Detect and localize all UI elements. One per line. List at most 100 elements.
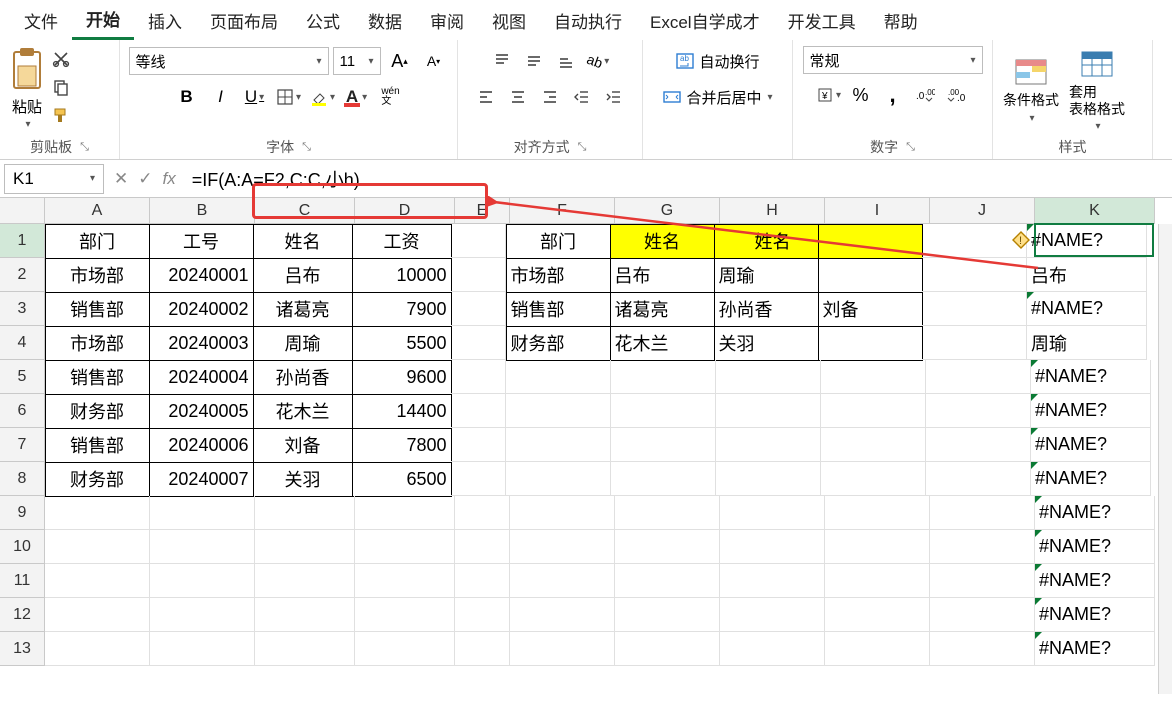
fx-icon[interactable]: fx	[163, 169, 176, 189]
number-launcher[interactable]: ⤡	[906, 141, 915, 154]
cell[interactable]	[355, 530, 455, 564]
orientation-button[interactable]: ab▾	[583, 46, 613, 76]
cell[interactable]: #NAME?	[1031, 428, 1151, 462]
cell[interactable]: 10000	[352, 258, 452, 293]
cell[interactable]: 花木兰	[610, 326, 715, 361]
cell[interactable]	[455, 530, 510, 564]
cell[interactable]	[45, 530, 150, 564]
cell[interactable]: 20240005	[149, 394, 254, 429]
formula-input[interactable]	[186, 164, 1168, 194]
cell[interactable]	[818, 326, 923, 361]
row-header-11[interactable]: 11	[0, 564, 45, 598]
cell[interactable]: #NAME?	[1031, 394, 1151, 428]
cell[interactable]: 关羽	[253, 462, 353, 497]
cell[interactable]	[506, 462, 611, 496]
row-header-4[interactable]: 4	[0, 326, 45, 360]
cell[interactable]	[930, 564, 1035, 598]
cell[interactable]	[922, 292, 1027, 326]
cell[interactable]: 销售部	[45, 292, 150, 327]
cell[interactable]: 吕布	[253, 258, 353, 293]
cell[interactable]: 花木兰	[253, 394, 353, 429]
col-header-F[interactable]: F	[510, 198, 615, 224]
cell[interactable]	[926, 462, 1031, 496]
cell[interactable]: 周瑜	[714, 258, 819, 293]
cell[interactable]	[818, 224, 923, 259]
cell[interactable]	[355, 564, 455, 598]
cell[interactable]	[930, 530, 1035, 564]
cell[interactable]	[930, 496, 1035, 530]
cell[interactable]	[455, 632, 510, 666]
cancel-icon[interactable]: ✕	[114, 169, 128, 189]
tab-插入[interactable]: 插入	[134, 2, 196, 39]
indent-decrease-button[interactable]	[567, 82, 597, 112]
tab-帮助[interactable]: 帮助	[870, 2, 932, 39]
font-size-combo[interactable]: 11▾	[333, 47, 381, 75]
cell[interactable]	[451, 292, 506, 326]
cell[interactable]	[930, 632, 1035, 666]
tab-公式[interactable]: 公式	[292, 2, 354, 39]
cell[interactable]	[355, 598, 455, 632]
row-header-9[interactable]: 9	[0, 496, 45, 530]
cell[interactable]	[255, 496, 355, 530]
tab-页面布局[interactable]: 页面布局	[196, 2, 292, 39]
increase-font-button[interactable]: A▴	[385, 46, 415, 76]
cell[interactable]	[922, 224, 1027, 258]
font-name-combo[interactable]: 等线▾	[129, 47, 329, 75]
cell[interactable]	[716, 462, 821, 496]
cell[interactable]	[615, 496, 720, 530]
row-header-6[interactable]: 6	[0, 394, 45, 428]
worksheet-grid[interactable]: ABCDEFGHIJK 12345678910111213 部门工号姓名工资部门…	[0, 198, 1172, 701]
cell[interactable]: 关羽	[714, 326, 819, 361]
cell[interactable]	[611, 428, 716, 462]
cell[interactable]: 20240001	[149, 258, 254, 293]
row-header-12[interactable]: 12	[0, 598, 45, 632]
cell[interactable]	[615, 530, 720, 564]
cell[interactable]: 部门	[45, 224, 150, 259]
cell[interactable]	[506, 428, 611, 462]
cell[interactable]: #NAME?	[1035, 564, 1155, 598]
font-launcher[interactable]: ⤡	[302, 141, 311, 154]
increase-decimal-button[interactable]: .0.00	[910, 80, 940, 110]
tab-文件[interactable]: 文件	[10, 2, 72, 39]
cell[interactable]: #NAME?	[1031, 360, 1151, 394]
cell[interactable]	[922, 258, 1027, 292]
cell[interactable]	[451, 428, 506, 462]
cell[interactable]	[825, 598, 930, 632]
tab-数据[interactable]: 数据	[354, 2, 416, 39]
cell[interactable]: 20240002	[149, 292, 254, 327]
col-header-A[interactable]: A	[45, 198, 150, 224]
cell[interactable]	[355, 496, 455, 530]
cell[interactable]: 吕布	[1027, 258, 1147, 292]
cell[interactable]: 刘备	[818, 292, 923, 327]
cell[interactable]: 工号	[149, 224, 254, 259]
fill-color-button[interactable]: ▾	[308, 82, 338, 112]
cell[interactable]: 市场部	[506, 258, 611, 293]
accounting-button[interactable]: ¥▾	[814, 80, 844, 110]
cell[interactable]	[818, 258, 923, 293]
row-header-13[interactable]: 13	[0, 632, 45, 666]
cell[interactable]	[716, 428, 821, 462]
cell[interactable]	[45, 564, 150, 598]
cell[interactable]	[716, 394, 821, 428]
clipboard-launcher[interactable]: ⤡	[80, 141, 89, 154]
cell[interactable]	[821, 462, 926, 496]
cell[interactable]	[150, 632, 255, 666]
cell[interactable]	[930, 598, 1035, 632]
align-bottom-button[interactable]	[551, 46, 581, 76]
cell[interactable]: #NAME?	[1027, 292, 1147, 326]
col-header-J[interactable]: J	[930, 198, 1035, 224]
format-painter-button[interactable]	[50, 104, 72, 126]
cell[interactable]	[510, 496, 615, 530]
cell[interactable]: 刘备	[253, 428, 353, 463]
select-all-corner[interactable]	[0, 198, 45, 224]
column-headers[interactable]: ABCDEFGHIJK	[45, 198, 1155, 224]
cell[interactable]	[926, 394, 1031, 428]
tab-审阅[interactable]: 审阅	[416, 2, 478, 39]
tab-开发工具[interactable]: 开发工具	[774, 2, 870, 39]
col-header-E[interactable]: E	[455, 198, 510, 224]
cell[interactable]	[510, 564, 615, 598]
cell[interactable]	[825, 564, 930, 598]
cell[interactable]	[825, 632, 930, 666]
cell[interactable]: 孙尚香	[253, 360, 353, 395]
cell[interactable]: 14400	[352, 394, 452, 429]
